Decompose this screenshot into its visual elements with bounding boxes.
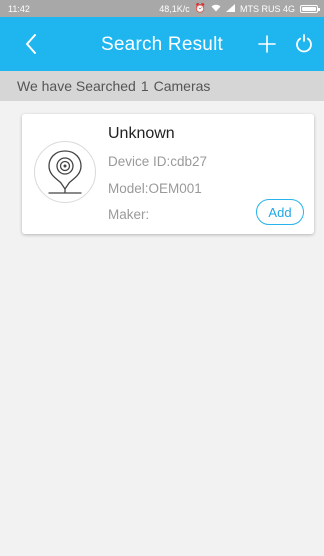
signal-icon: [225, 3, 235, 14]
add-device-button[interactable]: Add: [256, 199, 304, 225]
device-maker: Maker:: [108, 207, 150, 222]
app-header: Search Result: [0, 17, 324, 71]
refresh-icon[interactable]: [292, 31, 316, 57]
carrier-name: MTS RUS 4G: [239, 3, 295, 14]
search-summary: We have Searched 1 Cameras: [0, 71, 324, 101]
device-card[interactable]: Unknown Device ID:cdb27 Model:OEM001 Mak…: [22, 114, 314, 234]
status-bar: 11:42 48,1K/c ⏰ MTS RUS 4G: [0, 0, 324, 17]
alarm-icon: ⏰: [194, 3, 206, 13]
battery-icon: [300, 4, 320, 13]
summary-prefix: We have Searched: [17, 78, 136, 94]
ip-camera-icon: [34, 141, 96, 203]
status-time: 11:42: [8, 3, 30, 14]
status-indicators: 48,1K/c ⏰ MTS RUS 4G: [159, 3, 320, 14]
network-speed: 48,1K/c: [159, 3, 190, 14]
plus-icon[interactable]: [256, 31, 278, 57]
summary-suffix: Cameras: [153, 78, 211, 94]
camera-count: 1: [140, 78, 149, 94]
wifi-icon: [211, 4, 221, 14]
device-id: Device ID:cdb27: [108, 154, 208, 169]
device-model: Model:OEM001: [108, 181, 202, 196]
device-name: Unknown: [108, 125, 175, 142]
